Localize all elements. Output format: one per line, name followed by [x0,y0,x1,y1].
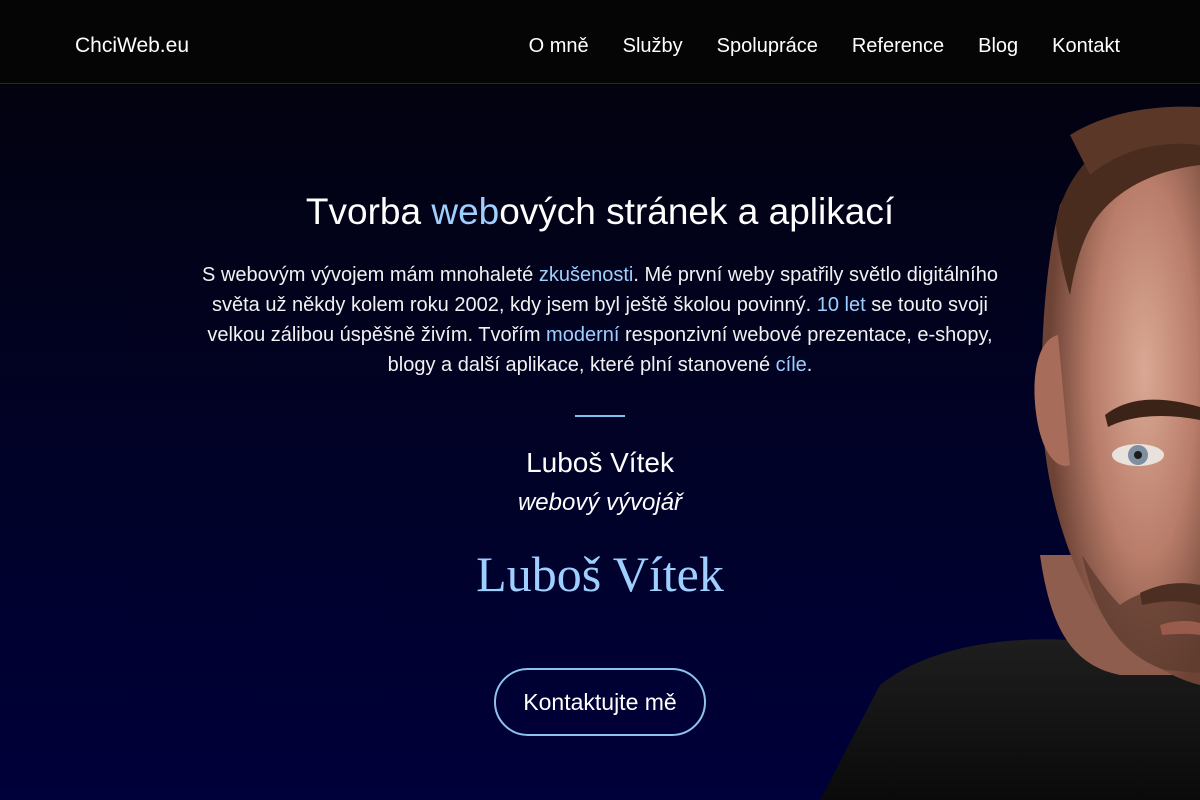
link-modern[interactable]: moderní [546,324,619,346]
contact-button[interactable]: Kontaktujte mě [494,668,706,736]
hero-title-end: ových stránek a aplikací [499,191,895,232]
nav-item-cooperation: Spolupráce [717,33,818,59]
nav-item-contact: Kontakt [1052,33,1120,59]
hero-title-highlight: web [431,191,500,232]
hero-intro-text: S webovým vývojem mám mnohaleté zkušenos… [200,260,1000,380]
main-nav: O mně Služby Spolupráce Reference Blog K… [529,33,1120,59]
nav-item-references: Reference [852,33,944,59]
hero-section: Tvorba webových stránek a aplikací S web… [0,85,1200,800]
link-goals[interactable]: cíle [776,354,807,376]
link-years[interactable]: 10 let [817,294,866,316]
nav-link-blog[interactable]: Blog [978,35,1018,57]
hero-title: Tvorba webových stránek a aplikací [200,189,1000,235]
intro-text-part: . [806,354,813,376]
author-signature: Luboš Vítek [476,546,724,602]
nav-item-blog: Blog [978,33,1018,59]
nav-item-about: O mně [529,33,589,59]
nav-link-references[interactable]: Reference [852,35,944,57]
nav-link-services[interactable]: Služby [623,35,683,57]
intro-text-part: S webovým vývojem mám mnohaleté [202,264,539,286]
brand-logo-link[interactable]: ChciWeb.eu [75,33,189,59]
nav-link-cooperation[interactable]: Spolupráce [717,35,818,57]
link-experience[interactable]: zkušenosti [539,264,634,286]
nav-link-contact[interactable]: Kontakt [1052,35,1120,57]
nav-item-services: Služby [623,33,683,59]
nav-link-about[interactable]: O mně [529,35,589,57]
author-name: Luboš Vítek [526,447,674,478]
navbar: ChciWeb.eu O mně Služby Spolupráce Refer… [0,0,1200,84]
hero-title-start: Tvorba [305,191,432,232]
divider-line [575,415,625,417]
author-role: webový vývojář [517,489,683,516]
